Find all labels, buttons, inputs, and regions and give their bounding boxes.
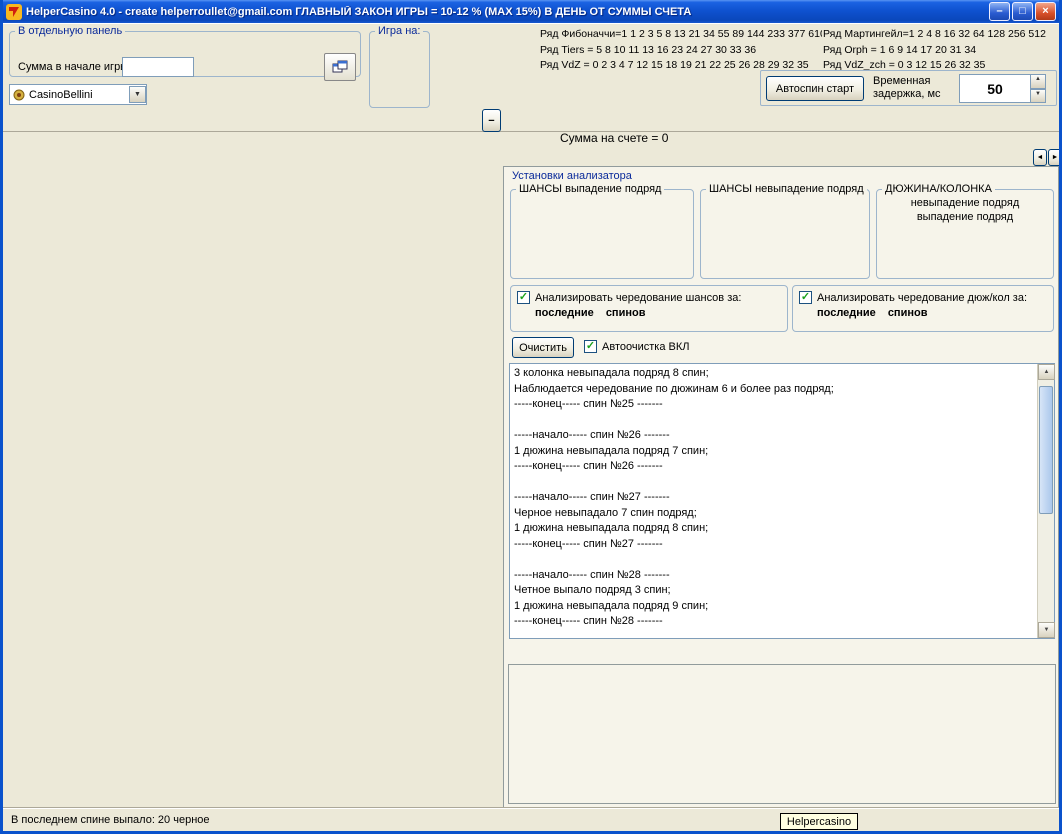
dozen-miss-label: невыпадение подряд xyxy=(877,197,1053,209)
scroll-down-icon[interactable]: ▼ xyxy=(1038,622,1055,638)
series-line: Ряд Фибоначчи=1 1 2 3 5 8 13 21 34 55 89… xyxy=(540,27,822,43)
collapse-button[interactable]: − xyxy=(482,109,501,132)
series-info-right: Ряд Мартингейл=1 2 4 8 16 32 64 128 256 … xyxy=(823,27,1061,74)
dozen-appear-label: выпадение подряд xyxy=(877,211,1053,223)
log-scrollbar[interactable]: ▲ ▼ xyxy=(1037,364,1054,638)
analysis-log[interactable]: 3 колонка невыпадала подряд 8 спин; Набл… xyxy=(509,363,1055,639)
expected-values-row xyxy=(509,671,1055,689)
spinner-up-icon[interactable]: ▲ xyxy=(1031,74,1046,89)
scrollbar-thumb[interactable] xyxy=(1039,386,1053,514)
detach-panel-group-label: В отдельную панель xyxy=(15,25,125,37)
analyze-chances-label: Анализировать чередование шансов за: xyxy=(535,292,741,304)
windows-icon xyxy=(332,60,348,74)
series-line: Ряд Tiers = 5 8 10 11 13 16 23 24 27 30 … xyxy=(540,43,822,59)
account-balance-label: Сумма на счете = 0 xyxy=(560,131,668,145)
analysis-log-text: 3 колонка невыпадала подряд 8 спин; Набл… xyxy=(514,366,1034,636)
spins-label: спинов xyxy=(888,307,928,319)
analyzer-settings-label: Установки анализатора xyxy=(512,170,632,182)
chevron-down-icon[interactable]: ▼ xyxy=(129,86,146,103)
analyze-dozens-checkbox[interactable]: ✓ xyxy=(799,291,812,304)
alternation-chances-frame: ✓ Анализировать чередование шансов за: п… xyxy=(510,285,788,332)
top-panel: В отдельную панель Сумма в начале игры C… xyxy=(3,23,1059,132)
close-button[interactable]: × xyxy=(1035,2,1056,21)
frequency-panel xyxy=(508,664,1056,804)
autospin-start-button[interactable]: Автоспин старт xyxy=(766,76,864,101)
game-mode-label: Игра на: xyxy=(375,25,423,37)
dozen-column-title: ДЮЖИНА/КОЛОНКА xyxy=(882,183,995,195)
chances-miss-group: ШАНСЫ невыпадение подряд xyxy=(700,183,870,279)
taskbar-tooltip: Helpercasino xyxy=(780,813,858,830)
delay-spinbox: ▲ ▼ xyxy=(959,74,1046,103)
game-mode-group: Игра на: xyxy=(369,25,430,108)
tab-scroll-right-icon[interactable]: ► xyxy=(1048,149,1062,166)
analyzer-tab-page: Установки анализатора ШАНСЫ выпадение по… xyxy=(503,166,1059,808)
tab-scroll-buttons: ◄ ► xyxy=(1033,149,1062,166)
autoclean-checkbox[interactable]: ✓ xyxy=(584,340,597,353)
series-info-left: Ряд Фибоначчи=1 1 2 3 5 8 13 21 34 55 89… xyxy=(540,27,822,74)
casino-icon xyxy=(13,89,25,101)
casino-combobox-value: CasinoBellini xyxy=(29,89,93,101)
series-line: Ряд Orph = 1 6 9 14 17 20 31 34 xyxy=(823,43,1061,59)
chances-miss-title: ШАНСЫ невыпадение подряд xyxy=(706,183,867,195)
start-sum-input[interactable] xyxy=(122,57,194,77)
dozen-column-group: ДЮЖИНА/КОЛОНКА невыпадение подряд выпаде… xyxy=(876,183,1054,279)
window-title: HelperCasino 4.0 - create helperroullet@… xyxy=(26,6,985,18)
delay-label: Временная задержка, мс xyxy=(873,75,959,101)
delay-input[interactable] xyxy=(959,74,1031,103)
casino-combobox[interactable]: CasinoBellini ▼ xyxy=(9,84,147,105)
spinner-down-icon[interactable]: ▼ xyxy=(1031,89,1046,104)
analyze-dozens-label: Анализировать чередование дюж/кол за: xyxy=(817,292,1027,304)
roulette-board xyxy=(33,684,461,784)
series-line: Ряд Мартингейл=1 2 4 8 16 32 64 128 256 … xyxy=(823,27,1061,43)
detach-panel-group: В отдельную панель Сумма в начале игры xyxy=(9,25,361,77)
app-window: HelperCasino 4.0 - create helperroullet@… xyxy=(0,0,1062,834)
minimize-button[interactable]: – xyxy=(989,2,1010,21)
last-label: последние xyxy=(817,307,876,319)
status-bar: В последнем спине выпало: 20 черное xyxy=(3,807,1059,831)
chances-appear-title: ШАНСЫ выпадение подряд xyxy=(516,183,664,195)
title-bar: HelperCasino 4.0 - create helperroullet@… xyxy=(3,0,1059,23)
detach-panel-button[interactable] xyxy=(324,53,356,81)
last-label: последние xyxy=(535,307,594,319)
alternation-dozens-frame: ✓ Анализировать чередование дюж/кол за: … xyxy=(792,285,1054,332)
clear-log-button[interactable]: Очистить xyxy=(512,337,574,358)
chances-appear-group: ШАНСЫ выпадение подряд xyxy=(510,183,694,279)
app-icon xyxy=(6,4,22,20)
scroll-up-icon[interactable]: ▲ xyxy=(1038,364,1055,380)
autoclean-label: Автоочистка ВКЛ xyxy=(602,341,689,353)
start-sum-label: Сумма в начале игры xyxy=(18,61,128,73)
status-text: В последнем спине выпало: 20 черное xyxy=(11,814,210,826)
tab-scroll-left-icon[interactable]: ◄ xyxy=(1033,149,1047,166)
spins-label: спинов xyxy=(606,307,646,319)
autospin-frame: Автоспин старт Временная задержка, мс ▲ … xyxy=(760,70,1057,106)
analyze-chances-checkbox[interactable]: ✓ xyxy=(517,291,530,304)
maximize-button[interactable]: □ xyxy=(1012,2,1033,21)
